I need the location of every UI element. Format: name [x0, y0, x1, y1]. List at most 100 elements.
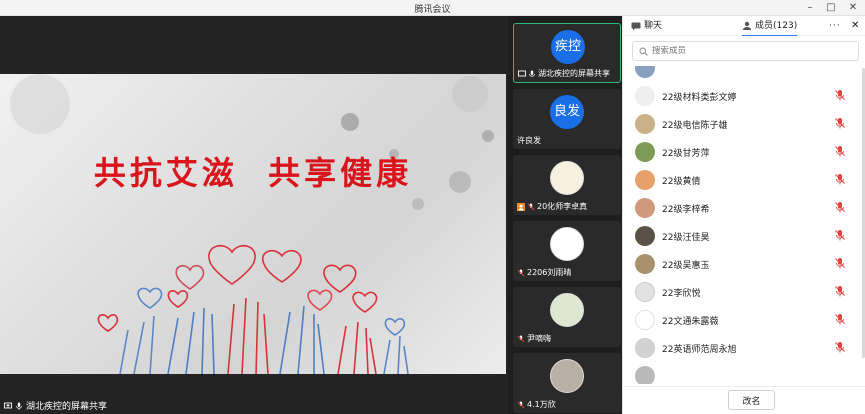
list-item[interactable]: 22英语师范周永旭	[623, 334, 865, 362]
member-name: 22级汪佳昊	[662, 233, 710, 243]
tile-label-row: 许良发	[517, 135, 541, 146]
rename-button[interactable]: 改名	[728, 390, 775, 410]
tile-label-row: 湖北疾控的屏幕共享	[518, 68, 610, 79]
mic-muted-icon	[517, 401, 525, 408]
video-tile[interactable]: 良发 许良发	[513, 89, 621, 149]
member-name: 22级材料类彭文婷	[662, 93, 737, 103]
member-name: 22级电信陈子雄	[662, 121, 728, 131]
list-item[interactable]: 22文通朱露薇	[623, 306, 865, 334]
list-item[interactable]: 22级材料类彭文婷	[623, 82, 865, 110]
avatar: 疾控	[551, 30, 585, 64]
members-icon	[743, 21, 751, 30]
video-tile-strip[interactable]: 疾控 湖北疾控的屏幕共享 良发 许良发 20化师李卓真 2206刘雨晴 尹嘀嗨 …	[508, 16, 622, 414]
minimize-icon[interactable]: –	[800, 0, 820, 16]
mic-muted-icon[interactable]	[834, 173, 846, 185]
avatar	[635, 114, 655, 134]
video-tile[interactable]: 4.1万欣	[513, 353, 621, 413]
video-tile[interactable]: 疾控 湖北疾控的屏幕共享	[513, 23, 621, 83]
list-item[interactable]	[623, 362, 865, 384]
avatar	[635, 338, 655, 358]
avatar	[635, 170, 655, 190]
list-item[interactable]: 22级电信陈子雄	[623, 110, 865, 138]
tile-name: 许良发	[517, 136, 541, 145]
panel-tabs: 聊天 成员(123) ··· ✕	[623, 16, 865, 36]
video-tile[interactable]: 20化师李卓真	[513, 155, 621, 215]
tile-label-row: 20化师李卓真	[517, 201, 587, 212]
mic-muted-icon[interactable]	[834, 257, 846, 269]
mic-muted-icon[interactable]	[834, 145, 846, 157]
member-name: 22级吴惠玉	[662, 261, 710, 271]
member-name: 22文通朱露薇	[662, 317, 719, 327]
avatar	[635, 226, 655, 246]
search-input[interactable]	[652, 46, 842, 56]
shared-screen-area: 共抗艾滋 共享健康 湖北疾控的屏幕共享	[0, 16, 508, 414]
mic-muted-icon[interactable]	[834, 313, 846, 325]
video-tile[interactable]: 2206刘雨晴	[513, 221, 621, 281]
mic-muted-icon[interactable]	[834, 89, 846, 101]
search-icon	[639, 47, 648, 56]
avatar	[635, 254, 655, 274]
avatar	[635, 66, 655, 78]
mic-muted-icon	[517, 335, 525, 342]
list-item[interactable]: 22级甘芳萍	[623, 138, 865, 166]
side-panel: 聊天 成员(123) ··· ✕ 22级材料类彭文婷	[622, 16, 865, 414]
tile-name: 2206刘雨晴	[527, 268, 572, 277]
microphone-icon	[16, 402, 22, 410]
close-icon[interactable]: ✕	[843, 0, 863, 16]
screen-share-name: 湖北疾控的屏幕共享	[26, 402, 108, 412]
mic-muted-icon	[527, 203, 535, 210]
avatar	[550, 293, 584, 327]
list-item[interactable]: 22级汪佳昊	[623, 222, 865, 250]
meeting-window: 腾讯会议 – □ ✕ 共抗艾滋 共享健康 湖北疾控的屏幕共享 疾控 湖北疾控的屏…	[0, 0, 865, 414]
user-icon	[517, 202, 525, 211]
avatar	[635, 86, 655, 106]
mic-muted-icon[interactable]	[834, 285, 846, 297]
member-search[interactable]	[632, 41, 859, 61]
mic-muted-icon[interactable]	[834, 341, 846, 353]
mic-muted-icon[interactable]	[834, 201, 846, 213]
chat-icon	[631, 22, 641, 30]
list-item[interactable]: 22李欣悦	[623, 278, 865, 306]
panel-footer: 改名	[623, 386, 865, 414]
member-name: 22英语师范周永旭	[662, 345, 737, 355]
hands-hearts-illustration	[97, 244, 409, 374]
microphone-icon	[529, 70, 535, 77]
title-bar: 腾讯会议 – □ ✕	[0, 0, 865, 16]
tab-members[interactable]: 成员(123)	[742, 16, 798, 36]
tile-label-row: 2206刘雨晴	[517, 267, 571, 278]
maximize-icon[interactable]: □	[821, 0, 841, 16]
close-panel-icon[interactable]: ✕	[851, 16, 859, 36]
more-icon[interactable]: ···	[829, 16, 841, 36]
avatar	[635, 198, 655, 218]
avatar	[550, 359, 584, 393]
member-list[interactable]: 22级材料类彭文婷 22级电信陈子雄 22级甘芳萍 22级黄倩 22级李梓希 2…	[623, 66, 865, 384]
list-item[interactable]: 22级吴惠玉	[623, 250, 865, 278]
avatar	[550, 161, 584, 195]
tab-chat-label: 聊天	[644, 21, 663, 31]
avatar	[635, 142, 655, 162]
tab-chat[interactable]: 聊天	[631, 16, 662, 36]
mic-muted-icon	[517, 269, 525, 276]
tab-members-label: 成员(123)	[755, 20, 798, 31]
member-name: 22级黄倩	[662, 177, 701, 187]
tile-label-row: 4.1万欣	[517, 399, 556, 410]
mic-muted-icon[interactable]	[834, 117, 846, 129]
list-item[interactable]: 22级黄倩	[623, 166, 865, 194]
shared-slide: 共抗艾滋 共享健康	[0, 74, 506, 374]
avatar	[635, 310, 655, 330]
tile-name: 20化师李卓真	[537, 202, 588, 211]
member-name: 22级甘芳萍	[662, 149, 710, 159]
mic-muted-icon[interactable]	[834, 229, 846, 241]
member-name: 22李欣悦	[662, 289, 701, 299]
list-item[interactable]	[623, 66, 865, 82]
list-item[interactable]: 22级李梓希	[623, 194, 865, 222]
screen-share-icon	[4, 402, 12, 408]
avatar	[635, 282, 655, 302]
tile-name: 湖北疾控的屏幕共享	[538, 69, 610, 78]
window-title: 腾讯会议	[414, 5, 451, 15]
screen-share-icon	[518, 70, 526, 76]
tile-name: 4.1万欣	[527, 400, 556, 409]
screen-share-label: 湖北疾控的屏幕共享	[4, 399, 107, 412]
video-tile[interactable]: 尹嘀嗨	[513, 287, 621, 347]
avatar	[635, 366, 655, 384]
